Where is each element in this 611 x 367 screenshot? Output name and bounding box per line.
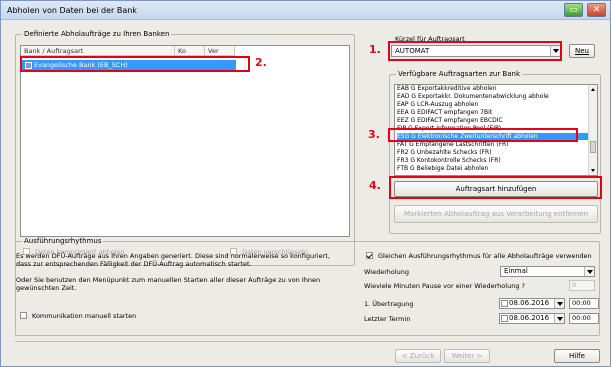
first-date-picker[interactable]: 08.06.2016 <box>499 298 565 309</box>
list-item[interactable]: EAB G Exportakkreditive abholen <box>397 85 592 92</box>
last-date-value: 08.06.2016 <box>509 314 550 322</box>
close-button[interactable]: ✕ <box>587 3 606 17</box>
column-bank[interactable]: Bank / Auftragsart <box>21 46 175 56</box>
step-4-label: 4. <box>369 179 381 192</box>
repeat-value: Einmal <box>504 267 528 275</box>
available-types-group: Verfügbare Auftragsarten zur Bank EAB G … <box>389 70 601 234</box>
available-types-list[interactable]: EAB G Exportakkreditive abholen EAD G Ex… <box>394 84 598 176</box>
chevron-down-icon <box>550 46 560 56</box>
step-3-label: 3. <box>368 128 380 141</box>
calendar-dropdown-icon <box>554 299 564 308</box>
manual-start-checkbox[interactable] <box>20 312 27 319</box>
footer-separator <box>15 341 600 342</box>
title-bar: Abholen von Daten bei der Bank ▭ ✕ <box>1 1 610 20</box>
first-date-value: 08.06.2016 <box>509 299 550 307</box>
list-item[interactable]: Evangelische Bank (EB_SCH) <box>22 60 236 71</box>
defined-jobs-list[interactable]: Bank / Auftragsart Ko Ver Evangelische B… <box>20 45 350 237</box>
rhythm-text-2: Oder Sie benutzen den Menüpunkt zum manu… <box>16 276 321 292</box>
bank-row-label: Evangelische Bank (EB_SCH) <box>34 61 128 69</box>
list-item[interactable]: FAT G Empfangene Lastschriften (FR) <box>397 141 592 148</box>
kuerzel-combo[interactable]: AUTOMAT <box>391 45 561 57</box>
first-transfer-label: 1. Übertragung <box>364 300 414 308</box>
kuerzel-value: AUTOMAT <box>395 47 430 55</box>
maximize-icon: ▭ <box>569 5 578 15</box>
column-ver[interactable]: Ver <box>205 46 235 56</box>
same-rhythm-label: Gleichen Ausführungsrhythmus für alle Ab… <box>378 252 592 260</box>
kuerzel-label: Kürzel für Auftragsart <box>395 35 465 43</box>
list-item[interactable]: EAP G LCR-Auszug abholen <box>397 101 592 108</box>
list-item[interactable]: EEA G EDIFACT empfangen 7Bit <box>397 109 592 116</box>
list-item[interactable]: EEZ G EDIFACT empfangen EBCDIC <box>397 117 592 124</box>
bank-icon <box>25 62 32 69</box>
step-2-label: 2. <box>255 56 267 69</box>
chevron-down-icon <box>584 267 594 276</box>
rhythm-title: Ausführungsrhythmus <box>22 237 104 245</box>
manual-start-label: Kommunikation manuell starten <box>32 312 137 320</box>
list-item[interactable]: FR3 G Kontokontrolle Schecks (FR) <box>397 157 592 164</box>
scroll-thumb[interactable] <box>590 141 596 153</box>
scroll-down-icon[interactable] <box>591 169 595 172</box>
help-button[interactable]: Hilfe <box>554 349 600 363</box>
column-ko[interactable]: Ko <box>175 46 205 56</box>
repeat-combo[interactable]: Einmal <box>500 266 595 277</box>
window-title: Abholen von Daten bei der Bank <box>7 6 137 15</box>
same-rhythm-checkbox[interactable] <box>366 252 373 259</box>
first-date-checkbox[interactable] <box>501 300 508 307</box>
list-item[interactable]: FTB G Beliebige Datei abholen <box>397 165 592 172</box>
new-button[interactable]: Neu <box>569 44 595 58</box>
step-1-label: 1. <box>369 43 381 56</box>
next-button[interactable]: Weiter > <box>444 349 490 363</box>
list-item[interactable]: FR2 G Unbezahlte Schecks (FR) <box>397 149 592 156</box>
scroll-up-icon[interactable] <box>591 88 595 91</box>
remove-job-button[interactable]: Markierten Abholauftrag aus Verarbeitung… <box>394 205 598 223</box>
list-item-selected[interactable]: ESG G Elektronische Zweitunterschrift ab… <box>397 133 592 140</box>
dialog-window: Abholen von Daten bei der Bank ▭ ✕ Defin… <box>0 0 611 367</box>
last-date-picker[interactable]: 08.06.2016 <box>499 313 565 324</box>
last-date-label: Letzter Termin <box>364 315 411 323</box>
available-types-title: Verfügbare Auftragsarten zur Bank <box>396 70 523 78</box>
maximize-button[interactable]: ▭ <box>564 3 583 17</box>
list-item[interactable]: EAD G Exportakkr. Dokumentenabwicklung a… <box>397 93 592 100</box>
back-button[interactable]: < Zurück <box>395 349 441 363</box>
defined-jobs-group: Definierte Abholaufträge zu Ihren Banken… <box>15 30 355 266</box>
list-item[interactable]: EIP G Export Information Pool (EIP) <box>397 125 592 132</box>
add-type-button[interactable]: Auftragsart hinzufügen <box>394 181 598 197</box>
list-scrollbar[interactable] <box>588 85 597 175</box>
rhythm-group: Ausführungsrhythmus Es werden DFÜ-Aufträ… <box>15 237 600 336</box>
pause-label: Wieviele Minuten Pause vor einer Wiederh… <box>364 282 525 290</box>
calendar-dropdown-icon <box>554 314 564 323</box>
repeat-label: Wiederholung <box>364 268 410 276</box>
rhythm-text-1: Es werden DFÜ-Aufträge aus Ihren Angaben… <box>16 252 330 268</box>
pause-input[interactable]: 0 <box>569 280 595 291</box>
first-time-input[interactable]: 00:00 <box>569 298 599 309</box>
close-icon: ✕ <box>592 5 601 15</box>
last-date-checkbox[interactable] <box>501 315 508 322</box>
last-time-input[interactable]: 00:00 <box>569 313 599 324</box>
defined-jobs-title: Definierte Abholaufträge zu Ihren Banken <box>22 30 172 38</box>
